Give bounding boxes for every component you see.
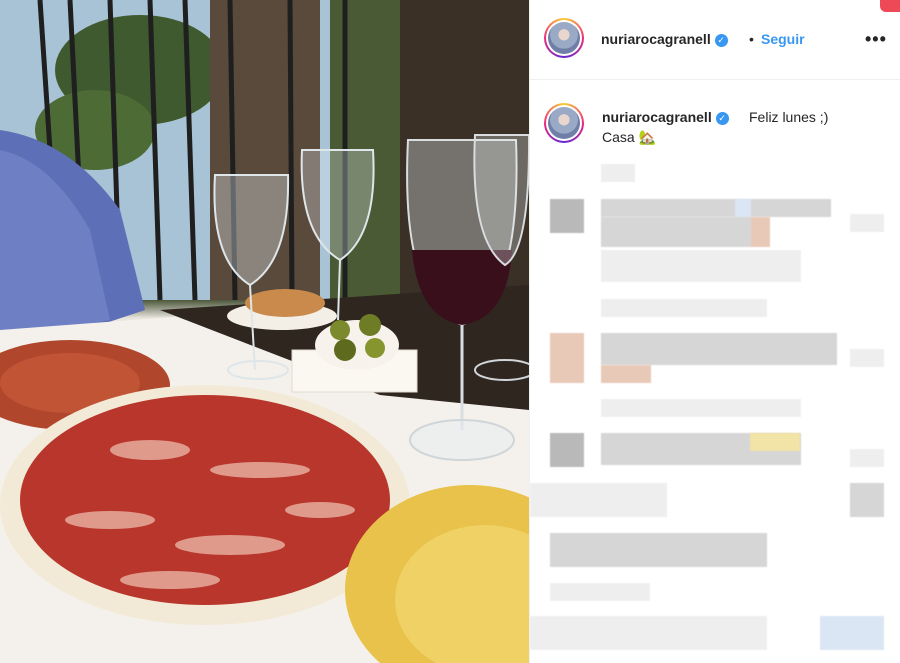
caption-line2: Casa 🏡	[602, 129, 656, 146]
photo-illustration	[0, 0, 529, 663]
verified-badge-icon: ✓	[714, 33, 728, 47]
blurred-block	[601, 217, 751, 247]
blurred-block	[601, 250, 801, 282]
blurred-block	[601, 399, 801, 417]
blurred-block	[850, 349, 884, 367]
blurred-block	[601, 365, 651, 383]
separator-dot: •	[749, 31, 754, 47]
blurred-block	[820, 616, 884, 650]
follow-button[interactable]: Seguir	[761, 31, 805, 47]
blurred-avatar	[550, 199, 584, 233]
header-username-text[interactable]: nuriarocagranell	[601, 31, 711, 47]
caption-line2-text: Casa	[602, 129, 635, 145]
post-side-panel: nuriarocagranell ✓ • Seguir ••• nuriaroca…	[529, 0, 900, 663]
blurred-block	[550, 583, 650, 601]
caption-username[interactable]: nuriarocagranell ✓	[602, 109, 729, 125]
blurred-block	[530, 483, 667, 517]
blurred-block	[550, 533, 767, 567]
blurred-block	[601, 199, 831, 217]
header-username[interactable]: nuriarocagranell ✓	[601, 31, 728, 47]
blurred-block	[601, 333, 837, 365]
blurred-block	[750, 217, 770, 247]
blurred-block	[850, 214, 884, 232]
profile-avatar[interactable]	[544, 18, 584, 58]
more-options-icon[interactable]: •••	[865, 29, 887, 50]
house-emoji-icon: 🏡	[638, 129, 657, 145]
blurred-block	[530, 616, 767, 650]
blurred-block	[750, 433, 800, 451]
blurred-block	[850, 483, 884, 517]
post-header: nuriarocagranell ✓ • Seguir •••	[530, 0, 900, 80]
blurred-block	[850, 449, 884, 467]
blurred-avatar	[550, 433, 584, 467]
caption-username-text[interactable]: nuriarocagranell	[602, 109, 712, 125]
avatar-image	[548, 22, 580, 54]
caption-avatar[interactable]	[544, 103, 584, 143]
blurred-block	[601, 164, 635, 182]
caption-avatar-image	[548, 107, 580, 139]
blurred-block	[735, 199, 751, 217]
blurred-avatar	[550, 333, 584, 383]
caption-line1: Feliz lunes ;)	[749, 109, 829, 125]
blurred-block	[601, 299, 767, 317]
caption-verified-badge-icon: ✓	[715, 111, 729, 125]
post-photo[interactable]	[0, 0, 529, 663]
